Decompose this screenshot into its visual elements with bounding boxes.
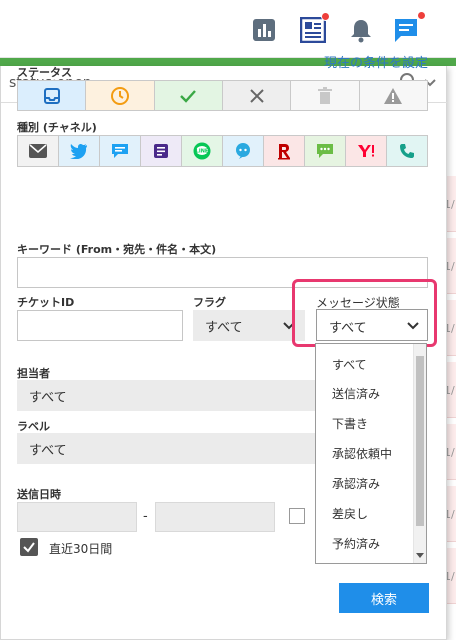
channel-phone-button[interactable] xyxy=(387,136,427,166)
svg-text:LINE: LINE xyxy=(196,149,209,155)
dashboard-icon xyxy=(299,16,327,44)
flag-label: フラグ xyxy=(193,296,226,309)
label-filter-label: ラベル xyxy=(17,420,50,433)
assignee-select-value: すべて xyxy=(29,390,67,405)
message-status-dropdown: すべて 送信済み 下書き 承認依頼中 承認済み 差戻し 予約済み xyxy=(315,343,427,564)
status-filter xyxy=(17,80,428,111)
dropdown-option[interactable]: 承認依頼中 xyxy=(332,445,392,462)
channel-sms-button[interactable] xyxy=(305,136,346,166)
label-select-value: すべて xyxy=(29,443,67,458)
set-current-condition-link[interactable]: 現在の条件を設定 xyxy=(324,52,428,71)
date-separator: - xyxy=(143,509,148,524)
channel-rakuten-button[interactable] xyxy=(264,136,305,166)
mail-icon xyxy=(29,144,47,158)
chevron-down-icon xyxy=(407,322,419,330)
channel-mail-button[interactable] xyxy=(18,136,59,166)
warning-icon xyxy=(384,87,403,104)
yahoo-icon xyxy=(358,145,374,157)
assignee-label: 担当者 xyxy=(17,367,50,380)
twitter-icon xyxy=(70,143,87,159)
dropdown-option[interactable]: 差戻し xyxy=(332,505,368,522)
phone-icon xyxy=(400,144,414,158)
scrollbar-thumb[interactable] xyxy=(416,356,424,526)
bell-icon[interactable] xyxy=(348,17,374,43)
notification-dot xyxy=(321,12,330,21)
check-icon xyxy=(180,89,197,103)
scroll-down-arrow-icon[interactable] xyxy=(416,553,424,559)
messages-button[interactable] xyxy=(393,11,426,43)
inbox-icon xyxy=(43,87,60,104)
ticket-id-label: チケットID xyxy=(17,296,75,309)
status-closed-button[interactable] xyxy=(222,81,292,110)
date-option-checkbox[interactable] xyxy=(289,508,305,524)
search-button[interactable]: 検索 xyxy=(339,583,429,613)
notification-dot xyxy=(417,11,426,20)
dashboard-button[interactable] xyxy=(299,12,330,44)
channel-chat-button[interactable] xyxy=(223,136,264,166)
channel-twitter-dm-button[interactable] xyxy=(100,136,141,166)
clock-icon xyxy=(110,86,129,105)
channel-line-button[interactable]: LINE xyxy=(182,136,223,166)
last30-label: 直近30日間 xyxy=(49,542,113,556)
status-trash-button[interactable] xyxy=(291,81,360,110)
date-to-input[interactable] xyxy=(155,502,275,532)
message-status-select[interactable]: すべて xyxy=(316,309,428,341)
date-from-input[interactable] xyxy=(17,502,137,532)
sms-icon xyxy=(317,144,333,158)
flag-select-value: すべて xyxy=(205,320,243,335)
dropdown-option[interactable]: 下書き xyxy=(332,415,368,432)
channel-yahoo-button[interactable] xyxy=(346,136,387,166)
keyword-label: キーワード (From・宛先・件名・本文) xyxy=(17,243,217,256)
rakuten-icon xyxy=(278,144,290,160)
dropdown-option[interactable]: 予約済み xyxy=(332,535,380,552)
line-icon: LINE xyxy=(193,142,211,160)
message-status-value: すべて xyxy=(329,321,367,336)
analytics-icon[interactable] xyxy=(251,17,277,43)
status-resolved-button[interactable] xyxy=(154,81,223,110)
channel-label: 種別 (チャネル) xyxy=(17,121,97,134)
dropdown-option[interactable]: すべて xyxy=(332,356,367,373)
sent-date-label: 送信日時 xyxy=(17,488,61,501)
last30-checkbox[interactable] xyxy=(20,538,38,556)
status-label: ステータス xyxy=(17,66,72,79)
dropdown-scrollbar[interactable] xyxy=(413,344,426,563)
channel-form-button[interactable] xyxy=(141,136,182,166)
top-bar xyxy=(0,0,456,58)
channel-filter: LINE xyxy=(17,135,428,167)
checkmark-icon xyxy=(23,542,35,553)
twitter-dm-icon xyxy=(112,144,128,158)
channel-twitter-button[interactable] xyxy=(59,136,100,166)
flag-select[interactable]: すべて xyxy=(193,310,305,341)
message-icon xyxy=(395,19,417,42)
ticket-id-input[interactable] xyxy=(17,310,183,341)
assignee-select[interactable]: すべて xyxy=(17,380,315,411)
dropdown-option[interactable]: 承認済み xyxy=(332,475,380,492)
dropdown-option[interactable]: 送信済み xyxy=(332,385,380,402)
chat-icon xyxy=(236,143,250,159)
close-icon xyxy=(249,88,264,103)
status-pending-button[interactable] xyxy=(86,81,155,110)
label-select[interactable]: すべて xyxy=(17,433,315,464)
status-open-button[interactable] xyxy=(18,81,87,110)
form-icon xyxy=(154,144,168,158)
status-spam-button[interactable] xyxy=(359,81,427,110)
trash-icon xyxy=(317,86,332,104)
